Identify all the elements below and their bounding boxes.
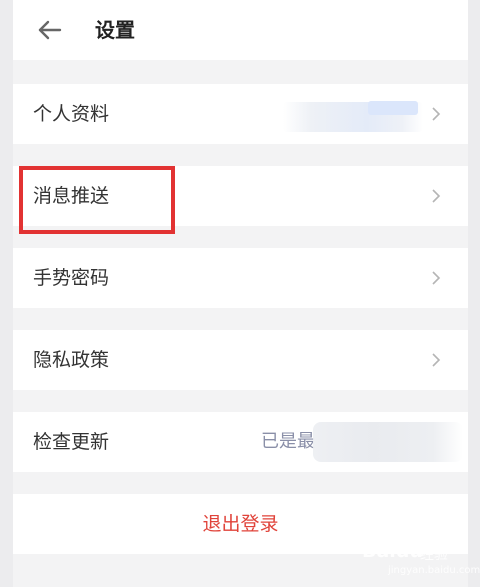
settings-row-profile[interactable]: 个人资料 <box>13 84 468 144</box>
row-label-gesture-password: 手势密码 <box>33 267 110 289</box>
page-title: 设置 <box>95 18 135 42</box>
settings-row-check-update[interactable]: 检查更新 已是最 <box>13 412 468 472</box>
watermark-text: 经验 <box>420 547 448 563</box>
row-label-profile: 个人资料 <box>33 103 110 125</box>
watermark-logo: Baidu <box>362 540 423 562</box>
header-bar: 设置 <box>13 0 468 60</box>
row-label-check-update: 检查更新 <box>33 431 110 453</box>
update-status-text: 已是最 <box>261 431 315 452</box>
chevron-right-icon <box>430 351 442 369</box>
left-margin <box>0 0 13 587</box>
watermark-sub: jingyan.baidu.com <box>388 565 480 576</box>
settings-row-gesture-password[interactable]: 手势密码 <box>13 248 468 308</box>
arrow-left-icon[interactable] <box>35 15 65 45</box>
right-margin <box>468 0 480 587</box>
blurred-profile-value-accent <box>368 101 418 115</box>
blurred-update-status <box>313 422 463 462</box>
chevron-right-icon <box>430 269 442 287</box>
chevron-right-icon <box>430 187 442 205</box>
row-label-privacy-policy: 隐私政策 <box>33 349 110 371</box>
settings-row-privacy-policy[interactable]: 隐私政策 <box>13 330 468 390</box>
highlight-box <box>19 166 175 234</box>
baidu-watermark: Baidu 经验 jingyan.baidu.com <box>362 538 480 582</box>
chevron-right-icon <box>430 105 442 123</box>
